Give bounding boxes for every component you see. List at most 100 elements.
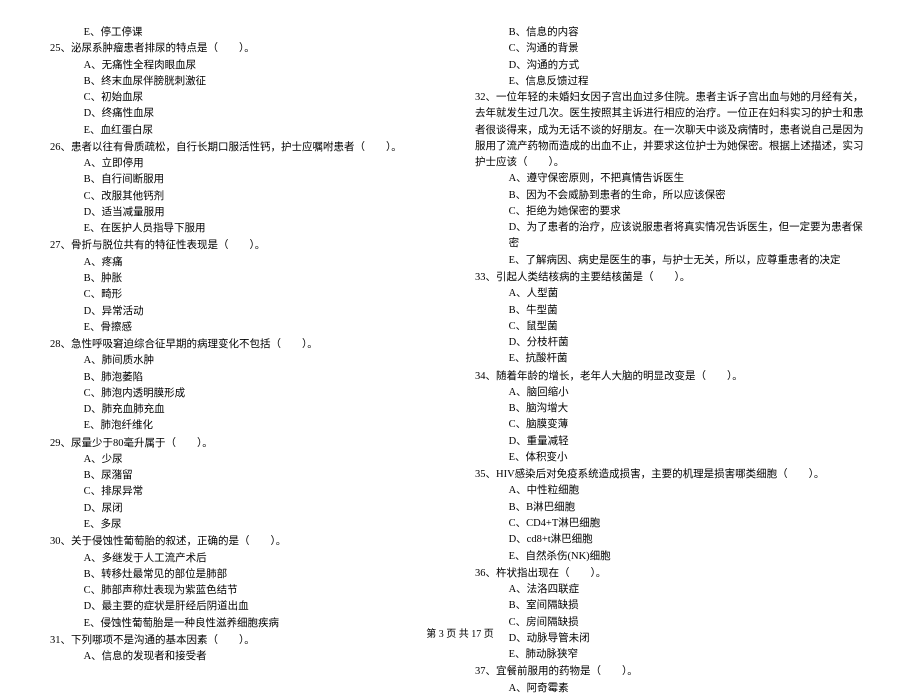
question-32: 32、一位年轻的未婚妇女因子宫出血过多住院。患者主诉子宫出血与她的月经有关，去年… bbox=[475, 90, 870, 269]
q-stem: 急性呼吸窘迫综合征早期的病理变化不包括（ ）。 bbox=[71, 339, 318, 350]
option: D、最主要的症状是肝经后阴道出血 bbox=[50, 599, 445, 615]
option: E、自然杀伤(NK)细胞 bbox=[475, 549, 870, 565]
option: C、初始血尿 bbox=[50, 90, 445, 106]
option: D、cd8+t淋巴细胞 bbox=[475, 532, 870, 548]
option: C、肺泡内透明膜形成 bbox=[50, 386, 445, 402]
q-num: 30 bbox=[50, 536, 61, 547]
option: A、法洛四联症 bbox=[475, 582, 870, 598]
question-34: 34、随着年龄的增长，老年人大脑的明显改变是（ ）。 A、脑回缩小 B、脑沟增大… bbox=[475, 369, 870, 467]
option: D、肺充血肺充血 bbox=[50, 402, 445, 418]
question-text: 29、尿量少于80毫升属于（ ）。 bbox=[50, 436, 445, 452]
option: C、鼠型菌 bbox=[475, 319, 870, 335]
option: E、在医护人员指导下服用 bbox=[50, 221, 445, 237]
question-text: 37、宜餐前服用的药物是（ ）。 bbox=[475, 664, 870, 680]
option: B、终末血尿伴膀胱刺激征 bbox=[50, 74, 445, 90]
option: E、血红蛋白尿 bbox=[50, 123, 445, 139]
q-num: 32 bbox=[475, 92, 486, 103]
option: A、人型菌 bbox=[475, 286, 870, 302]
q-stem: 患者以往有骨质疏松，自行长期口服活性钙，护士应嘱咐患者（ ）。 bbox=[71, 142, 402, 153]
q-stem: 泌尿系肿瘤患者排尿的特点是（ ）。 bbox=[71, 43, 255, 54]
question-27: 27、骨折与脱位共有的特征性表现是（ ）。 A、疼痛 B、肿胀 C、畸形 D、异… bbox=[50, 238, 445, 336]
question-text: 35、HIV感染后对免疫系统造成损害，主要的机理是损害哪类细胞（ ）。 bbox=[475, 467, 870, 483]
option: E、抗酸杆菌 bbox=[475, 351, 870, 367]
option: A、脑回缩小 bbox=[475, 385, 870, 401]
option: E、肺泡纤维化 bbox=[50, 418, 445, 434]
option: D、分枝杆菌 bbox=[475, 335, 870, 351]
question-text: 34、随着年龄的增长，老年人大脑的明显改变是（ ）。 bbox=[475, 369, 870, 385]
option: B、肿胀 bbox=[50, 271, 445, 287]
option: A、信息的发现者和接受者 bbox=[50, 649, 445, 665]
option: C、CD4+T淋巴细胞 bbox=[475, 516, 870, 532]
q-stem: 一位年轻的未婚妇女因子宫出血过多住院。患者主诉子宫出血与她的月经有关，去年就发生… bbox=[475, 92, 864, 168]
page-footer: 第 3 页 共 17 页 bbox=[0, 625, 920, 640]
option: C、畸形 bbox=[50, 287, 445, 303]
q-stem: 引起人类结核病的主要结核菌是（ ）。 bbox=[496, 272, 690, 283]
option: A、中性粒细胞 bbox=[475, 483, 870, 499]
q-num: 26 bbox=[50, 142, 61, 153]
question-text: 30、关于侵蚀性葡萄胎的叙述，正确的是（ ）。 bbox=[50, 534, 445, 550]
question-text: 33、引起人类结核病的主要结核菌是（ ）。 bbox=[475, 270, 870, 286]
option: B、信息的内容 bbox=[475, 25, 870, 41]
option: D、重量减轻 bbox=[475, 434, 870, 450]
option: A、疼痛 bbox=[50, 255, 445, 271]
option: A、无痛性全程肉眼血尿 bbox=[50, 58, 445, 74]
right-column: B、信息的内容 C、沟通的背景 D、沟通的方式 E、信息反馈过程 32、一位年轻… bbox=[475, 25, 870, 595]
option: B、尿潴留 bbox=[50, 468, 445, 484]
q-num: 34 bbox=[475, 371, 486, 382]
question-35: 35、HIV感染后对免疫系统造成损害，主要的机理是损害哪类细胞（ ）。 A、中性… bbox=[475, 467, 870, 565]
left-column: E、停工停课 25、泌尿系肿瘤患者排尿的特点是（ ）。 A、无痛性全程肉眼血尿 … bbox=[50, 25, 445, 595]
option: B、因为不会威胁到患者的生命，所以应该保密 bbox=[475, 188, 870, 204]
q-num: 29 bbox=[50, 438, 61, 449]
q-stem: 宜餐前服用的药物是（ ）。 bbox=[496, 666, 638, 677]
option: E、信息反馈过程 bbox=[475, 74, 870, 90]
question-26: 26、患者以往有骨质疏松，自行长期口服活性钙，护士应嘱咐患者（ ）。 A、立即停… bbox=[50, 140, 445, 238]
option: C、改服其他钙剂 bbox=[50, 189, 445, 205]
option: D、尿闭 bbox=[50, 501, 445, 517]
option: A、少尿 bbox=[50, 452, 445, 468]
option: A、立即停用 bbox=[50, 156, 445, 172]
q-stem: 骨折与脱位共有的特征性表现是（ ）。 bbox=[71, 240, 265, 251]
question-33: 33、引起人类结核病的主要结核菌是（ ）。 A、人型菌 B、牛型菌 C、鼠型菌 … bbox=[475, 270, 870, 368]
question-25: 25、泌尿系肿瘤患者排尿的特点是（ ）。 A、无痛性全程肉眼血尿 B、终末血尿伴… bbox=[50, 41, 445, 139]
q-num: 33 bbox=[475, 272, 486, 283]
question-28: 28、急性呼吸窘迫综合征早期的病理变化不包括（ ）。 A、肺间质水肿 B、肺泡萎… bbox=[50, 337, 445, 435]
option: B、牛型菌 bbox=[475, 303, 870, 319]
option: C、脑膜变薄 bbox=[475, 417, 870, 433]
option: A、阿奇霉素 bbox=[475, 681, 870, 697]
q-stem: 杵状指出现在（ ）。 bbox=[496, 568, 606, 579]
option: A、多继发于人工流产术后 bbox=[50, 551, 445, 567]
option: A、遵守保密原则，不把真情告诉医生 bbox=[475, 171, 870, 187]
option: B、脑沟增大 bbox=[475, 401, 870, 417]
option: E、体积变小 bbox=[475, 450, 870, 466]
option: D、适当减量服用 bbox=[50, 205, 445, 221]
q-num: 35 bbox=[475, 469, 486, 480]
question-text: 25、泌尿系肿瘤患者排尿的特点是（ ）。 bbox=[50, 41, 445, 57]
question-text: 36、杵状指出现在（ ）。 bbox=[475, 566, 870, 582]
option: C、拒绝为她保密的要求 bbox=[475, 204, 870, 220]
q-stem: 关于侵蚀性葡萄胎的叙述，正确的是（ ）。 bbox=[71, 536, 286, 547]
option: E、停工停课 bbox=[50, 25, 445, 41]
q-stem: HIV感染后对免疫系统造成损害，主要的机理是损害哪类细胞（ ）。 bbox=[496, 469, 824, 480]
option: B、自行间断服用 bbox=[50, 172, 445, 188]
question-29: 29、尿量少于80毫升属于（ ）。 A、少尿 B、尿潴留 C、排尿异常 D、尿闭… bbox=[50, 436, 445, 534]
question-text: 32、一位年轻的未婚妇女因子宫出血过多住院。患者主诉子宫出血与她的月经有关，去年… bbox=[475, 90, 870, 171]
option: B、B淋巴细胞 bbox=[475, 500, 870, 516]
question-30: 30、关于侵蚀性葡萄胎的叙述，正确的是（ ）。 A、多继发于人工流产术后 B、转… bbox=[50, 534, 445, 632]
q-num: 36 bbox=[475, 568, 486, 579]
option: D、为了患者的治疗，应该说服患者将真实情况告诉医生，但一定要为患者保密 bbox=[475, 220, 870, 253]
page-columns: E、停工停课 25、泌尿系肿瘤患者排尿的特点是（ ）。 A、无痛性全程肉眼血尿 … bbox=[50, 25, 870, 595]
q-num: 25 bbox=[50, 43, 61, 54]
option: B、室间隔缺损 bbox=[475, 598, 870, 614]
option: E、骨擦感 bbox=[50, 320, 445, 336]
question-text: 26、患者以往有骨质疏松，自行长期口服活性钙，护士应嘱咐患者（ ）。 bbox=[50, 140, 445, 156]
question-37: 37、宜餐前服用的药物是（ ）。 A、阿奇霉素 bbox=[475, 664, 870, 697]
q-num: 37 bbox=[475, 666, 486, 677]
option: D、沟通的方式 bbox=[475, 58, 870, 74]
option: C、沟通的背景 bbox=[475, 41, 870, 57]
option: D、终痛性血尿 bbox=[50, 106, 445, 122]
option: C、排尿异常 bbox=[50, 484, 445, 500]
option: D、异常活动 bbox=[50, 304, 445, 320]
question-text: 27、骨折与脱位共有的特征性表现是（ ）。 bbox=[50, 238, 445, 254]
q-num: 27 bbox=[50, 240, 61, 251]
option: E、多尿 bbox=[50, 517, 445, 533]
